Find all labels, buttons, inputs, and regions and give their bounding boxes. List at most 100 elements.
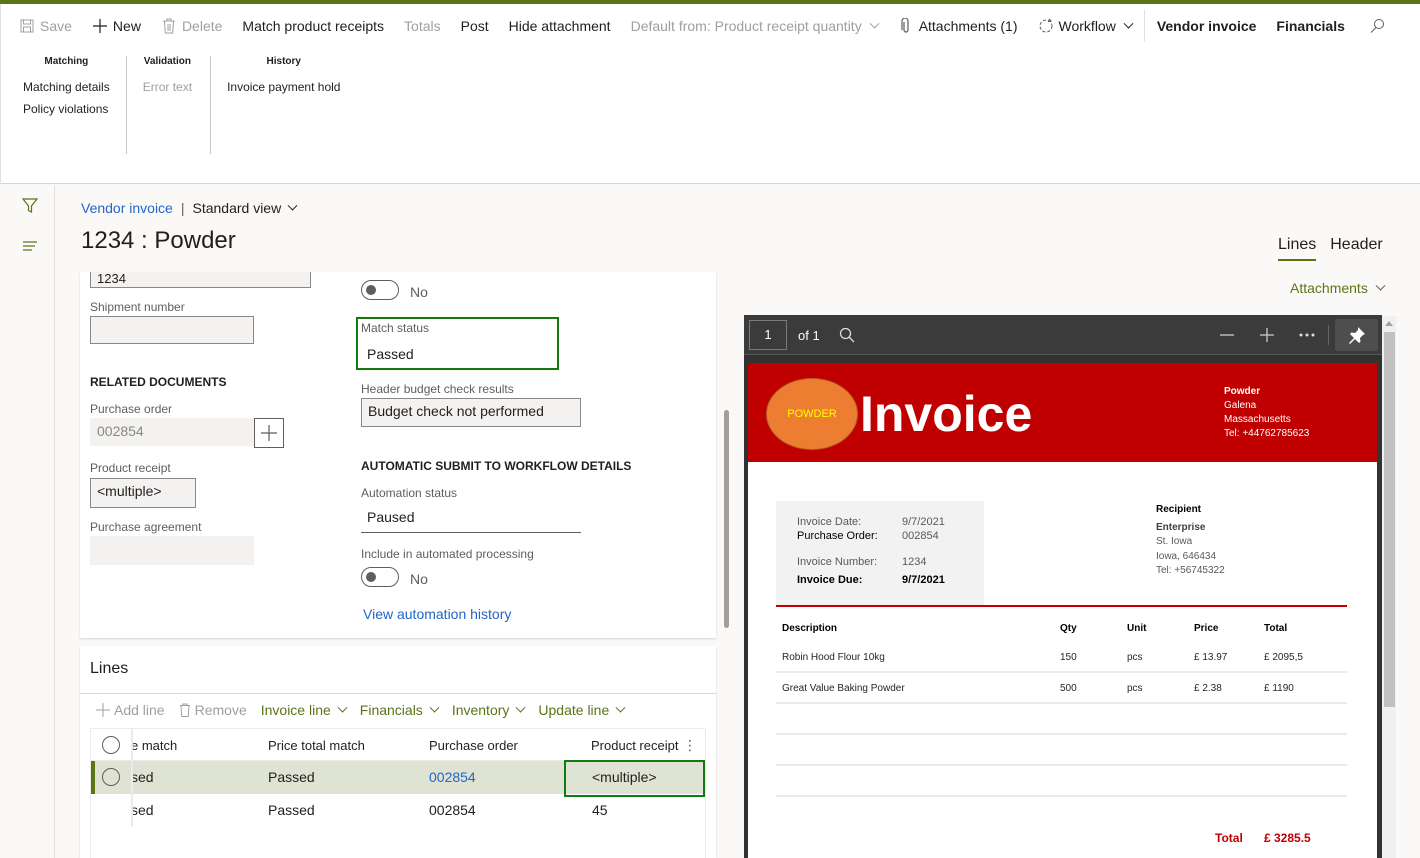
header-details-card: 1234 No Shipment number RELATED DOCUMENT…	[80, 272, 716, 638]
chevron-down-icon	[615, 702, 626, 713]
action-pane: Save New Delete Match product receipts T…	[0, 4, 1420, 184]
zoom-out-icon[interactable]	[1216, 324, 1238, 346]
related-documents-title: RELATED DOCUMENTS	[90, 375, 227, 389]
search-button[interactable]	[1355, 18, 1395, 34]
toolbar-divider	[1143, 10, 1145, 42]
inventory-dropdown[interactable]: Inventory	[445, 702, 532, 718]
policy-violations-button[interactable]: Policy violations	[23, 102, 110, 116]
default-from-dropdown[interactable]: Default from: Product receipt quantity	[621, 18, 888, 34]
invoice-item-row: Great Value Baking Powder 500 pcs £ 2.38…	[776, 673, 1347, 704]
matching-details-button[interactable]: Matching details	[23, 80, 110, 94]
pdf-scrollbar[interactable]	[1382, 316, 1396, 858]
scrollbar-thumb[interactable]	[1384, 332, 1395, 707]
tab-lines[interactable]: Lines	[1278, 236, 1317, 261]
select-all-radio[interactable]	[102, 736, 120, 754]
trash-icon	[161, 18, 177, 34]
tab-header[interactable]: Header	[1330, 236, 1382, 261]
grid-cell: Passed	[268, 802, 315, 818]
scroll-up-arrow-icon[interactable]	[1385, 321, 1393, 326]
pdf-viewer: 1 of 1 POWDER Invoice Powder Galena Mass…	[744, 315, 1382, 858]
purchase-agreement-label: Purchase agreement	[90, 520, 202, 534]
delete-button[interactable]: Delete	[151, 18, 232, 34]
invoice-payment-hold-button[interactable]: Invoice payment hold	[227, 80, 340, 94]
invoice-line-dropdown[interactable]: Invoice line	[254, 702, 353, 718]
breadcrumb: Vendor invoice | Standard view	[81, 200, 298, 216]
breadcrumb-vendor-invoice-link[interactable]: Vendor invoice	[81, 200, 173, 216]
totals-button[interactable]: Totals	[394, 18, 451, 34]
pdf-search-icon[interactable]	[836, 324, 858, 346]
budget-check-field[interactable]: Budget check not performed	[361, 398, 581, 427]
update-line-dropdown[interactable]: Update line	[531, 702, 631, 718]
list-menu-icon[interactable]	[21, 237, 39, 255]
attachments-button[interactable]: Attachments (1)	[888, 18, 1028, 34]
invoice-meta-box: Invoice Date: 9/7/2021 Purchase Order: 002…	[776, 501, 984, 607]
table-row[interactable]: sed Passed 002854 45	[91, 794, 705, 827]
shipment-number-field[interactable]	[90, 316, 254, 344]
view-selector[interactable]: Standard view	[192, 200, 298, 216]
more-options-icon[interactable]: ⋮	[683, 737, 697, 754]
attachments-dropdown[interactable]: Attachments	[1290, 280, 1386, 296]
new-button[interactable]: New	[82, 18, 151, 34]
purchase-order-link[interactable]: 002854	[429, 769, 476, 785]
invoice-date-row: Invoice Date: 9/7/2021	[797, 516, 945, 528]
view-automation-history-link[interactable]: View automation history	[363, 606, 511, 622]
workflow-dropdown[interactable]: Workflow	[1028, 18, 1142, 34]
top-toggle-text: No	[410, 284, 428, 300]
column-header[interactable]: e match	[131, 738, 177, 753]
more-options-icon[interactable]	[1296, 324, 1318, 346]
lines-grid: e match Price total match Purchase order…	[90, 728, 706, 858]
lines-divider	[80, 693, 716, 694]
action-pane-groups: Matching Matching details Policy violati…	[13, 56, 358, 154]
history-group: History Invoice payment hold	[211, 56, 358, 154]
chevron-down-icon	[1375, 280, 1386, 291]
include-automated-label: Include in automated processing	[361, 547, 534, 561]
match-product-receipts-button[interactable]: Match product receipts	[232, 18, 394, 34]
grid-cell: sed	[131, 769, 154, 785]
add-purchase-order-button[interactable]	[254, 418, 284, 448]
save-icon	[19, 18, 35, 34]
lines-title: Lines	[90, 660, 129, 677]
lines-card: Lines Add line Remove Invoice line Finan…	[80, 646, 716, 858]
table-row[interactable]: sed Passed 002854 <multiple>	[91, 760, 705, 797]
paperclip-icon	[898, 18, 914, 34]
budget-check-label: Header budget check results	[361, 382, 514, 396]
product-receipt-label: Product receipt	[90, 461, 171, 475]
error-text-button[interactable]: Error text	[143, 80, 192, 94]
pdf-page-count: of 1	[798, 328, 820, 343]
pin-icon[interactable]	[1335, 319, 1378, 351]
product-receipt-highlight	[564, 760, 705, 797]
grid-cell: sed	[131, 802, 154, 818]
add-line-button[interactable]: Add line	[96, 702, 172, 718]
invoice-due-row: Invoice Due: 9/7/2021	[797, 574, 945, 586]
grid-cell: Passed	[268, 769, 315, 785]
pdf-page-input[interactable]: 1	[749, 320, 787, 350]
hide-attachment-button[interactable]: Hide attachment	[499, 18, 621, 34]
group-title: Validation	[143, 56, 191, 67]
column-header[interactable]: Product receipt	[591, 738, 678, 753]
remove-button[interactable]: Remove	[172, 702, 254, 718]
plus-icon	[92, 18, 108, 34]
vendor-invoice-tab[interactable]: Vendor invoice	[1147, 18, 1267, 34]
automation-status-field[interactable]: Paused	[361, 505, 581, 533]
financials-dropdown[interactable]: Financials	[353, 702, 445, 718]
form-scrollbar[interactable]	[724, 410, 729, 628]
column-header[interactable]: Price total match	[268, 738, 365, 753]
trash-icon	[179, 703, 190, 717]
purchase-order-field[interactable]: 002854	[90, 418, 254, 446]
column-header[interactable]: Purchase order	[429, 738, 518, 753]
row-select-radio[interactable]	[102, 768, 120, 786]
top-toggle[interactable]	[361, 280, 399, 300]
zoom-in-icon[interactable]	[1256, 324, 1278, 346]
matching-group: Matching Matching details Policy violati…	[13, 56, 127, 154]
invoice-number-field[interactable]: 1234	[90, 272, 311, 288]
financials-tab[interactable]: Financials	[1266, 18, 1354, 34]
purchase-agreement-field[interactable]	[90, 536, 254, 565]
plus-icon	[261, 425, 277, 441]
post-button[interactable]: Post	[451, 18, 499, 34]
product-receipt-field[interactable]: <multiple>	[90, 478, 196, 508]
filter-icon[interactable]	[21, 197, 39, 215]
include-automated-toggle[interactable]	[361, 567, 399, 587]
save-button[interactable]: Save	[1, 18, 82, 34]
invoice-total-label: Total	[1215, 831, 1243, 845]
workflow-icon	[1038, 18, 1054, 34]
